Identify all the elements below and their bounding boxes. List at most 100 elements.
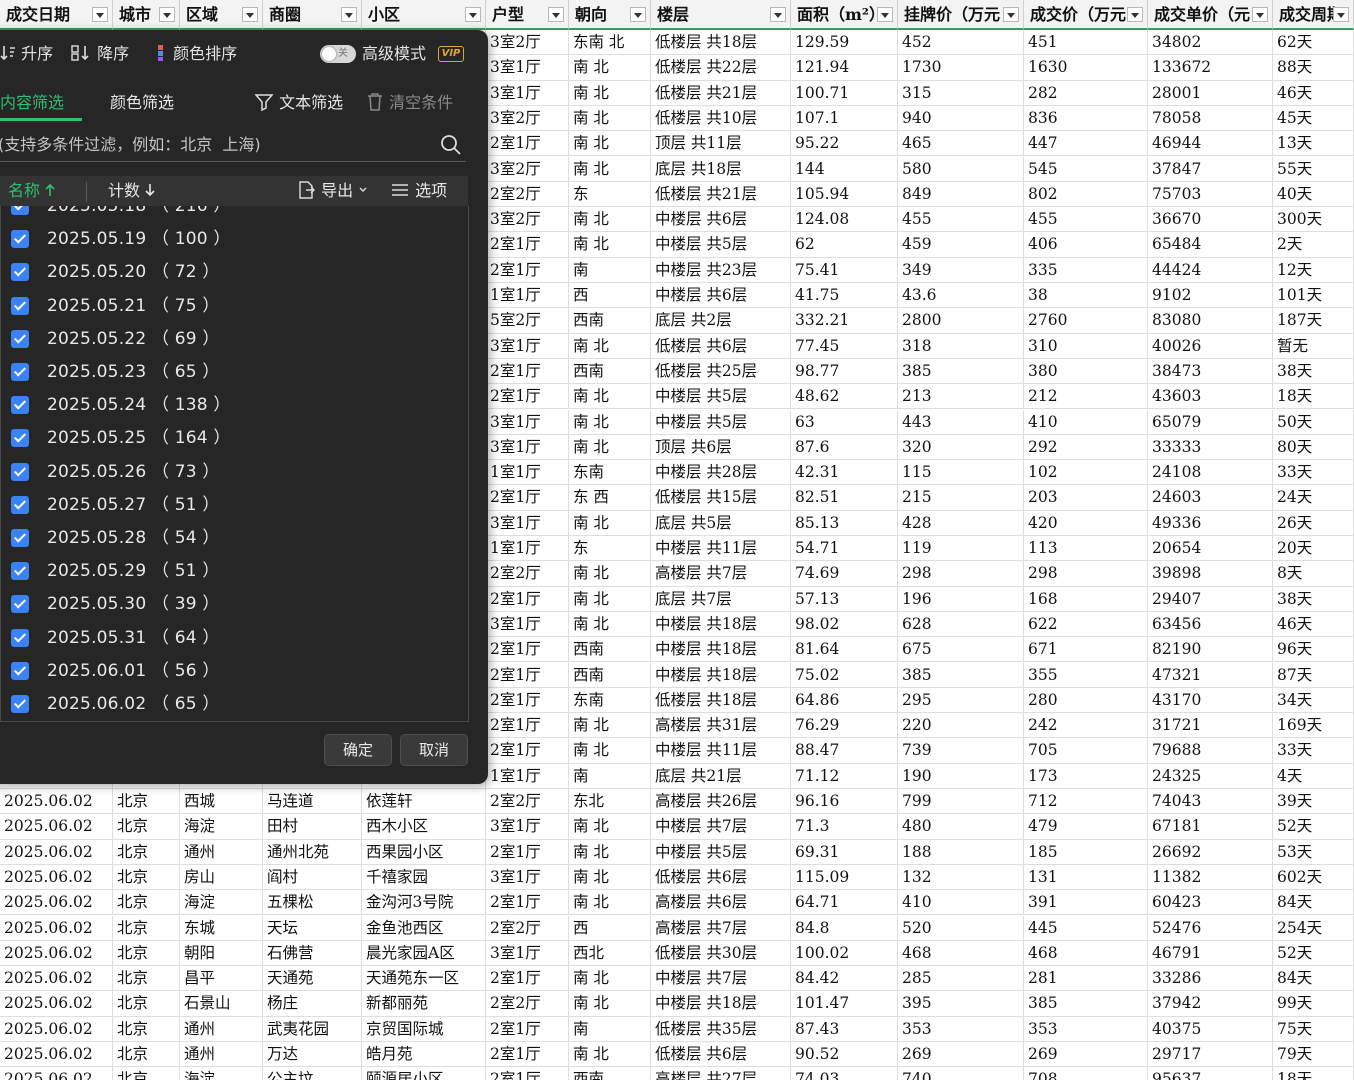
checkbox[interactable] [11,562,29,581]
cell-unit-price[interactable]: 40375 [1148,1016,1273,1042]
cell-deal-price[interactable]: 281 [1024,966,1148,992]
cell-floor[interactable]: 低楼层 共30层 [651,940,791,967]
checkbox[interactable] [11,628,29,647]
cell-unit-price[interactable]: 20654 [1148,536,1273,562]
cell-deal-price[interactable]: 185 [1024,839,1148,865]
cell-deal-date[interactable]: 2025.06.02 [0,940,113,967]
header-col-deal-cycle[interactable]: 成交周期 [1273,0,1354,30]
cell-orientation[interactable]: 南 北 [569,713,651,739]
cell-orientation[interactable]: 南 [569,257,651,283]
cell-business-area[interactable]: 武夷花园 [263,1016,362,1042]
cell-layout[interactable]: 2室1厅 [486,738,569,764]
cell-list-price[interactable]: 410 [898,890,1024,916]
cell-layout[interactable]: 5室2厅 [486,308,569,334]
cell-deal-price[interactable]: 705 [1024,738,1148,764]
cell-layout[interactable]: 1室1厅 [486,283,569,309]
cell-orientation[interactable]: 东南 [569,687,651,714]
cell-deal-cycle[interactable]: 75天 [1273,1016,1354,1042]
cell-city[interactable]: 北京 [113,1042,180,1068]
cell-deal-date[interactable]: 2025.06.02 [0,839,113,865]
cell-layout[interactable]: 1室1厅 [486,460,569,486]
cell-layout[interactable]: 3室1厅 [486,80,569,106]
cell-deal-price[interactable]: 212 [1024,384,1148,410]
cell-community[interactable]: 颐源居小区 [362,1067,486,1080]
cell-deal-cycle[interactable]: 84天 [1273,890,1354,916]
cell-unit-price[interactable]: 79688 [1148,738,1273,764]
cell-orientation[interactable]: 南 北 [569,839,651,865]
cell-unit-price[interactable]: 24325 [1148,763,1273,789]
cell-floor[interactable]: 低楼层 共6层 [651,864,791,891]
cell-orientation[interactable]: 西南 [569,1067,651,1080]
cell-area[interactable]: 85.13 [791,510,898,536]
cell-unit-price[interactable]: 29407 [1148,586,1273,612]
cell-deal-price[interactable]: 468 [1024,940,1148,967]
cell-deal-cycle[interactable]: 50天 [1273,409,1354,435]
cell-district[interactable]: 昌平 [180,966,263,992]
cell-floor[interactable]: 低楼层 共21层 [651,80,791,106]
cell-list-price[interactable]: 849 [898,181,1024,208]
cell-floor[interactable]: 高楼层 共31层 [651,713,791,739]
cell-area[interactable]: 76.29 [791,713,898,739]
cell-orientation[interactable]: 东 [569,536,651,562]
cell-floor[interactable]: 中楼层 共23层 [651,257,791,283]
cell-orientation[interactable]: 南 北 [569,890,651,916]
cell-unit-price[interactable]: 83080 [1148,308,1273,334]
cell-community[interactable]: 西木小区 [362,814,486,840]
checkbox[interactable] [11,661,29,680]
cell-area[interactable]: 95.22 [791,131,898,157]
cell-list-price[interactable]: 269 [898,1042,1024,1068]
cell-deal-cycle[interactable]: 187天 [1273,308,1354,334]
cell-orientation[interactable]: 西 [569,283,651,309]
cell-area[interactable]: 64.71 [791,890,898,916]
cell-unit-price[interactable]: 60423 [1148,890,1273,916]
cell-list-price[interactable]: 799 [898,789,1024,815]
cell-unit-price[interactable]: 46944 [1148,131,1273,157]
cell-deal-price[interactable]: 802 [1024,181,1148,208]
cell-community[interactable]: 晨光家园A区 [362,940,486,967]
header-col-unit-price[interactable]: 成交单价（元 [1148,0,1273,30]
cell-deal-cycle[interactable]: 53天 [1273,839,1354,865]
cell-deal-cycle[interactable]: 46天 [1273,611,1354,638]
cell-orientation[interactable]: 南 北 [569,966,651,992]
cell-deal-cycle[interactable]: 84天 [1273,966,1354,992]
cell-orientation[interactable]: 西北 [569,940,651,967]
cell-deal-price[interactable]: 269 [1024,1042,1148,1068]
cell-unit-price[interactable]: 63456 [1148,611,1273,638]
cell-list-price[interactable]: 455 [898,207,1024,233]
cell-district[interactable]: 海淀 [180,890,263,916]
cell-orientation[interactable]: 西南 [569,308,651,334]
cell-deal-price[interactable]: 168 [1024,586,1148,612]
sort-by-name-button[interactable]: 名称 [8,179,55,203]
cell-unit-price[interactable]: 47321 [1148,662,1273,688]
cell-deal-price[interactable]: 671 [1024,637,1148,663]
cell-deal-price[interactable]: 385 [1024,991,1148,1017]
cell-layout[interactable]: 2室1厅 [486,257,569,283]
cell-layout[interactable]: 1室1厅 [486,536,569,562]
cell-city[interactable]: 北京 [113,890,180,916]
cell-area[interactable]: 84.8 [791,915,898,941]
cell-orientation[interactable]: 西 [569,915,651,941]
cell-unit-price[interactable]: 28001 [1148,80,1273,106]
cell-orientation[interactable]: 南 北 [569,207,651,233]
cell-list-price[interactable]: 220 [898,713,1024,739]
cell-layout[interactable]: 1室1厅 [486,763,569,789]
cell-orientation[interactable]: 西南 [569,358,651,385]
advanced-mode-toggle[interactable]: 关 [320,45,356,63]
cell-layout[interactable]: 2室2厅 [486,561,569,587]
cell-list-price[interactable]: 215 [898,485,1024,511]
header-col-layout[interactable]: 户型 [486,0,569,30]
cell-unit-price[interactable]: 37942 [1148,991,1273,1017]
cell-list-price[interactable]: 428 [898,510,1024,536]
cell-deal-price[interactable]: 355 [1024,662,1148,688]
cell-list-price[interactable]: 385 [898,662,1024,688]
cell-list-price[interactable]: 213 [898,384,1024,410]
cell-deal-cycle[interactable]: 18天 [1273,1067,1354,1080]
cell-unit-price[interactable]: 75703 [1148,181,1273,208]
cell-area[interactable]: 87.6 [791,434,898,461]
cell-layout[interactable]: 2室1厅 [486,1016,569,1042]
cell-deal-price[interactable]: 545 [1024,156,1148,182]
cell-layout[interactable]: 2室2厅 [486,915,569,941]
cell-layout[interactable]: 3室1厅 [486,611,569,638]
cell-layout[interactable]: 2室2厅 [486,789,569,815]
cell-deal-cycle[interactable]: 33天 [1273,738,1354,764]
